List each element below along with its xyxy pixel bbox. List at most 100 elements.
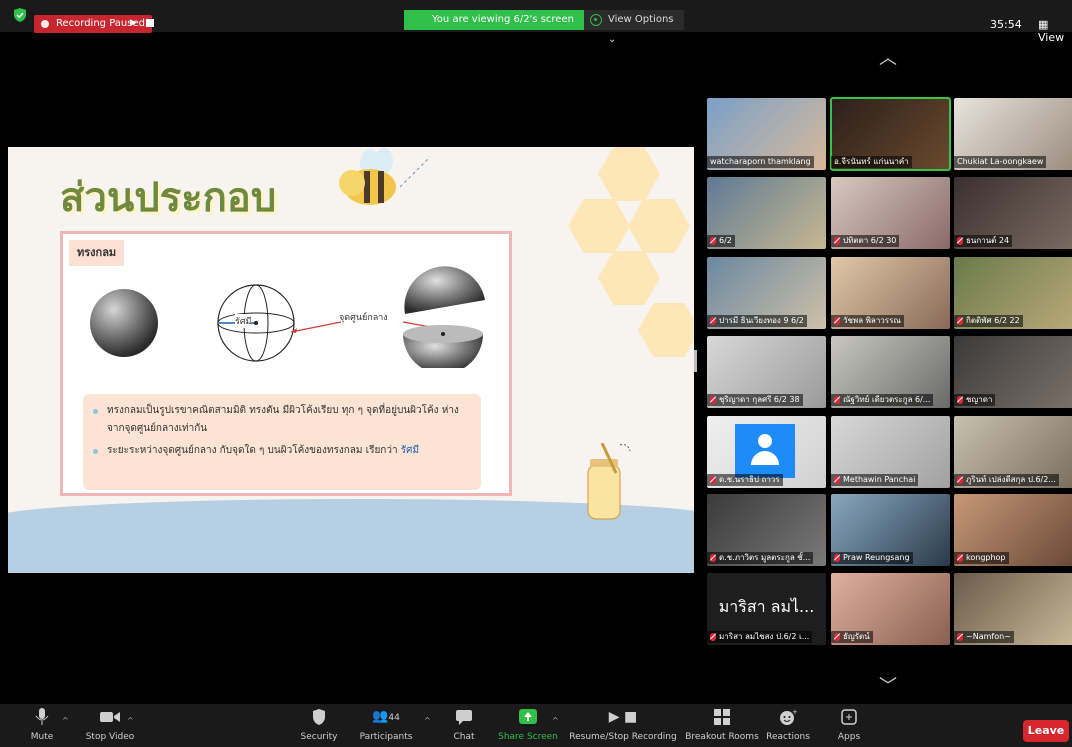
participant-tile[interactable]: Methawin Panchai bbox=[831, 416, 950, 488]
security-button[interactable]: Security bbox=[294, 708, 344, 742]
participant-tile[interactable]: ด.ช.ภาวิตร มูลตระกูล ชั้... bbox=[707, 494, 826, 566]
radius-definition-text: ระยะระหว่างจุดศูนย์กลาง กับจุดใด ๆ บนผิว… bbox=[107, 445, 401, 456]
video-camera-icon bbox=[100, 712, 120, 722]
resume-recording-icon[interactable]: ▶ bbox=[130, 18, 137, 28]
participant-name-text: ภูรินท์ เปล่งดีสกุล ป.6/2... bbox=[966, 475, 1056, 484]
participant-name: Praw Reungsang bbox=[831, 552, 913, 564]
participant-name: อ.จีรนันทร์ แก่นนาคำ bbox=[831, 156, 912, 168]
participant-tile[interactable]: ณัฐวิทย์ เดียวตระกูล 6/... bbox=[831, 336, 950, 408]
muted-mic-icon bbox=[957, 237, 963, 245]
participant-display-name: มาริสา ลมไ... bbox=[718, 597, 815, 616]
participant-tile[interactable]: ธัญรัตน์ bbox=[831, 573, 950, 645]
view-options-button[interactable]: View Options ⌄ bbox=[584, 10, 684, 45]
participant-tile[interactable]: อ.จีรนันทร์ แก่นนาคำ bbox=[830, 97, 951, 171]
top-bar: Recording Paused ▶ You are viewing 6/2's… bbox=[0, 0, 1072, 45]
participant-name: ~Namfon~ bbox=[954, 631, 1014, 643]
participant-tile[interactable]: 6/2 bbox=[707, 177, 826, 249]
breakout-rooms-button[interactable]: Breakout Rooms bbox=[682, 708, 762, 742]
meeting-timer: 35:54 bbox=[990, 18, 1022, 31]
participant-name-text: ด.ช.นราธิป ถาวร bbox=[719, 475, 780, 484]
stop-recording-icon[interactable] bbox=[146, 19, 154, 27]
mute-button[interactable]: Mute bbox=[24, 708, 60, 742]
shared-screen[interactable]: ส่วนประกอบ ทรงกลม รัศมี จุดศูนย์กลาง ทรง… bbox=[8, 147, 694, 573]
participant-tile[interactable]: kongphop bbox=[954, 494, 1072, 566]
participant-name-text: มาริสา ลมไชสง ป.6/2 เ... bbox=[719, 632, 810, 641]
participant-tile[interactable]: Praw Reungsang bbox=[831, 494, 950, 566]
honey-jar-illustration bbox=[587, 443, 631, 520]
participant-name: ด.ช.ภาวิตร มูลตระกูล ชั้... bbox=[707, 552, 814, 564]
resume-stop-recording-label: Resume/Stop Recording bbox=[569, 732, 677, 742]
chat-button[interactable]: Chat bbox=[446, 708, 482, 742]
participant-tile[interactable]: ด.ช.นราธิป ถาวร bbox=[707, 416, 826, 488]
definition-box: ทรงกลมเป็นรูปเรขาคณิตสามมิติ ทรงตัน มีผิ… bbox=[83, 394, 481, 490]
gallery-page-down-icon[interactable]: ﹀ bbox=[879, 672, 897, 698]
muted-mic-icon bbox=[834, 317, 840, 325]
gallery-resize-handle[interactable] bbox=[694, 350, 697, 372]
share-screen-label: Share Screen bbox=[498, 732, 558, 742]
participant-name: ชญาดา bbox=[954, 394, 996, 406]
apps-label: Apps bbox=[837, 732, 861, 742]
shield-check-icon[interactable] bbox=[14, 8, 26, 22]
participant-name-text: ปทิตตา 6/2 30 bbox=[843, 236, 897, 245]
stop-video-button[interactable]: Stop Video bbox=[80, 708, 140, 742]
gallery-page-up-icon[interactable]: ︿ bbox=[879, 44, 897, 70]
participant-name: ณัฐวิทย์ เดียวตระกูล 6/... bbox=[831, 394, 934, 406]
muted-mic-icon bbox=[710, 554, 716, 562]
participant-tile[interactable]: ภูรินท์ เปล่งดีสกุล ป.6/2... bbox=[954, 416, 1072, 488]
share-screen-button[interactable]: Share Screen bbox=[496, 708, 560, 742]
participant-tile[interactable]: ชญาดา bbox=[954, 336, 1072, 408]
muted-mic-icon bbox=[834, 633, 840, 641]
smiley-plus-icon: + bbox=[780, 708, 797, 725]
participants-caret-icon[interactable]: ^ bbox=[424, 716, 431, 725]
view-layout-button[interactable]: ▦ View bbox=[1038, 18, 1072, 44]
wave-decoration bbox=[8, 499, 694, 573]
audio-options-caret-icon[interactable]: ^ bbox=[62, 716, 69, 725]
participant-name-text: ชุริญาดา กุลศรี 6/2 38 bbox=[719, 395, 800, 404]
stop-video-label: Stop Video bbox=[85, 732, 135, 742]
apps-icon bbox=[841, 709, 857, 725]
hexagon-decoration bbox=[568, 199, 630, 253]
participant-name-text: อ.จีรนันทร์ แก่นนาคำ bbox=[834, 157, 909, 166]
participant-tile[interactable]: Chukiat La-oongkaew bbox=[954, 98, 1072, 170]
resume-stop-recording-button[interactable]: ▶ ■ Resume/Stop Recording bbox=[568, 708, 678, 742]
share-options-caret-icon[interactable]: ^ bbox=[552, 716, 559, 725]
participant-name: 6/2 bbox=[707, 235, 735, 247]
chat-label: Chat bbox=[453, 732, 475, 742]
participant-name-text: watcharaporn thamklang bbox=[710, 157, 811, 166]
muted-mic-icon bbox=[834, 554, 840, 562]
participant-name: วัชพล พิลาวรรณ bbox=[831, 315, 904, 327]
hexagon-decoration bbox=[598, 251, 660, 305]
participant-tile[interactable]: กิตติพัศ 6/2 22 bbox=[954, 257, 1072, 329]
muted-mic-icon bbox=[957, 317, 963, 325]
radius-label: รัศมี bbox=[235, 314, 252, 328]
participant-tile[interactable]: ปารมี ธินเวียงทอง 9 6/2 bbox=[707, 257, 826, 329]
grid-view-icon: ▦ bbox=[1038, 18, 1049, 31]
video-options-caret-icon[interactable]: ^ bbox=[127, 716, 134, 725]
participant-tile[interactable]: วัชพล พิลาวรรณ bbox=[831, 257, 950, 329]
reactions-button[interactable]: + Reactions bbox=[764, 708, 812, 742]
participant-name-text: ชญาดา bbox=[966, 395, 993, 404]
participant-tile[interactable]: watcharaporn thamklang bbox=[707, 98, 826, 170]
participant-tile[interactable]: ~Namfon~ bbox=[954, 573, 1072, 645]
card-tab-label: ทรงกลม bbox=[69, 240, 125, 266]
participant-count: 44 bbox=[388, 713, 400, 723]
participant-name-text: Methawin Panchai bbox=[843, 475, 916, 484]
muted-mic-icon bbox=[710, 633, 716, 641]
participant-tile[interactable]: ธนกานต์ 24 bbox=[954, 177, 1072, 249]
view-layout-label: View bbox=[1038, 31, 1065, 44]
participant-tile[interactable]: ชุริญาดา กุลศรี 6/2 38 bbox=[707, 336, 826, 408]
participant-name-text: ปารมี ธินเวียงทอง 9 6/2 bbox=[719, 316, 804, 325]
participant-tile[interactable]: ปทิตตา 6/2 30 bbox=[831, 177, 950, 249]
participant-name: ด.ช.นราธิป ถาวร bbox=[707, 474, 783, 486]
participants-button[interactable]: 👥44 Participants bbox=[348, 708, 424, 742]
leave-meeting-button[interactable]: Leave bbox=[1023, 720, 1069, 742]
participant-tile[interactable]: มาริสา ลมไ... มาริสา ลมไชสง ป.6/2 เ... bbox=[707, 573, 826, 645]
apps-button[interactable]: Apps bbox=[832, 708, 866, 742]
view-options-icon bbox=[590, 14, 602, 26]
participant-name: Methawin Panchai bbox=[831, 474, 919, 486]
participant-name-text: กิตติพัศ 6/2 22 bbox=[966, 316, 1020, 325]
participant-name: มาริสา ลมไชสง ป.6/2 เ... bbox=[707, 631, 813, 643]
muted-mic-icon bbox=[834, 396, 840, 404]
hexagon-decoration bbox=[598, 147, 660, 201]
participant-name: ชุริญาดา กุลศรี 6/2 38 bbox=[707, 394, 803, 406]
